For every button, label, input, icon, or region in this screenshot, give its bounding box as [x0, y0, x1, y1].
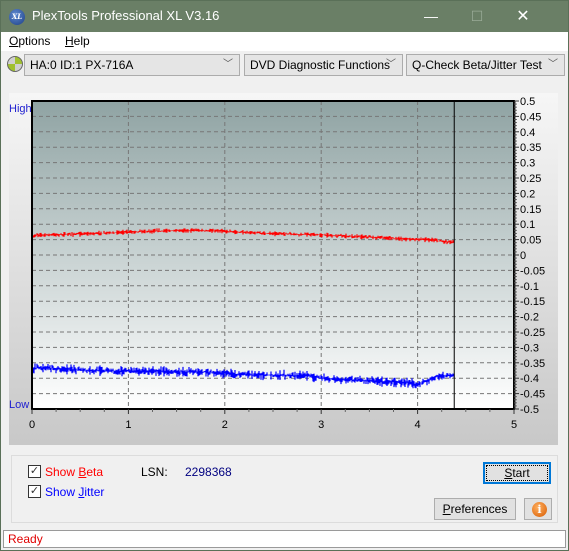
function-select[interactable]: DVD Diagnostic Functions ﹀: [244, 54, 403, 76]
menu-help-accel: H: [65, 34, 74, 48]
preferences-accel: P: [442, 502, 451, 516]
y-tick-label: 0.4: [520, 127, 535, 139]
maximize-button[interactable]: ☐: [454, 1, 500, 32]
menu-bar: Options Help: [1, 32, 568, 51]
chevron-down-icon: ﹀: [223, 59, 233, 70]
window-title: PlexTools Professional XL V3.16: [32, 8, 220, 23]
x-tick-label: 2: [222, 419, 228, 431]
x-tick-label: 4: [415, 419, 421, 431]
lsn-label: LSN:: [141, 465, 168, 479]
y-tick-label: 0.5: [520, 96, 535, 108]
beta-jitter-chart: 0.5 0.45 0.4 0.35 0.3 0.25 0.2 0.15 0.1 0.05 0 -0.0…: [9, 96, 545, 431]
close-button[interactable]: ✕: [500, 1, 546, 32]
disc-drive-icon: [7, 56, 23, 72]
y-tick-label: 0.15: [520, 204, 541, 216]
y-tick-label: 0.25: [520, 173, 541, 185]
x-tick-label: 3: [318, 419, 324, 431]
menu-options-label: ptions: [18, 34, 51, 48]
y-tick-label: -0.5: [520, 404, 539, 416]
x-tick-label: 0: [29, 419, 35, 431]
show-beta-text: Show: [45, 465, 79, 479]
grid-lines: [32, 101, 514, 409]
y-tick-label: -0.45: [520, 389, 545, 401]
drive-select[interactable]: HA:0 ID:1 PX-716A ﹀: [24, 54, 240, 76]
y-tick-label: -0.15: [520, 296, 545, 308]
info-icon: i: [532, 502, 547, 517]
focus-rect: [486, 465, 548, 481]
menu-help-label: elp: [73, 34, 90, 48]
y-tick-label: -0.2: [520, 312, 539, 324]
drive-select-value: HA:0 ID:1 PX-716A: [30, 58, 134, 72]
app-logo-icon: XL: [9, 9, 25, 25]
x-axis: 0 1 2 3 4 5: [29, 409, 517, 431]
test-select-value: Q-Check Beta/Jitter Test: [412, 58, 542, 72]
y-tick-label: -0.35: [520, 358, 545, 370]
menu-options[interactable]: Options: [9, 34, 50, 48]
show-beta-rest: eta: [86, 465, 104, 479]
menu-help[interactable]: Help: [65, 34, 90, 48]
show-beta-checkbox[interactable]: ✓: [28, 465, 41, 478]
minimize-button[interactable]: —: [408, 1, 454, 32]
status-bar: Ready: [3, 530, 566, 548]
preferences-button[interactable]: Preferences: [434, 498, 516, 520]
y-tick-label: 0.3: [520, 158, 535, 170]
low-label: Low: [9, 399, 29, 411]
y-tick-label: -0.4: [520, 373, 539, 385]
title-bar: XL PlexTools Professional XL V3.16 — ☐ ✕: [1, 1, 568, 32]
y-axis: 0.5 0.45 0.4 0.35 0.3 0.25 0.2 0.15 0.1 0.05 0 -0.0…: [514, 96, 545, 416]
y-tick-label: 0.45: [520, 111, 541, 123]
y-tick-label: -0.1: [520, 281, 539, 293]
function-select-value: DVD Diagnostic Functions: [250, 58, 391, 72]
x-tick-label: 5: [511, 419, 517, 431]
options-panel: ✓ Show Beta ✓ Show Jitter LSN: 2298368 S…: [11, 455, 558, 523]
y-tick-label: -0.05: [520, 265, 545, 277]
preferences-label: references: [450, 502, 508, 516]
y-tick-label: 0: [520, 250, 526, 262]
y-tick-label: 0.1: [520, 219, 535, 231]
y-tick-label: 0.05: [520, 235, 541, 247]
chevron-down-icon: ﹀: [548, 59, 558, 70]
show-jitter-checkbox[interactable]: ✓: [28, 485, 41, 498]
status-text: Ready: [8, 532, 43, 546]
show-jitter-label[interactable]: Show Jitter: [45, 485, 104, 499]
show-jitter-rest: itter: [84, 485, 105, 499]
test-select[interactable]: Q-Check Beta/Jitter Test ﹀: [406, 54, 565, 76]
y-tick-label: -0.3: [520, 342, 539, 354]
y-tick-label: -0.25: [520, 327, 545, 339]
app-window: XL PlexTools Professional XL V3.16 — ☐ ✕…: [0, 0, 569, 551]
y-tick-label: 0.35: [520, 142, 541, 154]
chevron-down-icon: ﹀: [386, 59, 396, 70]
lsn-value: 2298368: [185, 465, 232, 479]
chart-panel: 0.5 0.45 0.4 0.35 0.3 0.25 0.2 0.15 0.1 0.05 0 -0.0…: [9, 93, 558, 445]
start-button[interactable]: Start: [483, 462, 551, 484]
info-button[interactable]: i: [524, 498, 552, 520]
show-jitter-text: Show: [45, 485, 79, 499]
x-tick-label: 1: [125, 419, 131, 431]
high-label: High: [9, 103, 32, 115]
show-beta-label[interactable]: Show Beta: [45, 465, 103, 479]
y-tick-label: 0.2: [520, 188, 535, 200]
menu-options-accel: O: [9, 34, 19, 48]
